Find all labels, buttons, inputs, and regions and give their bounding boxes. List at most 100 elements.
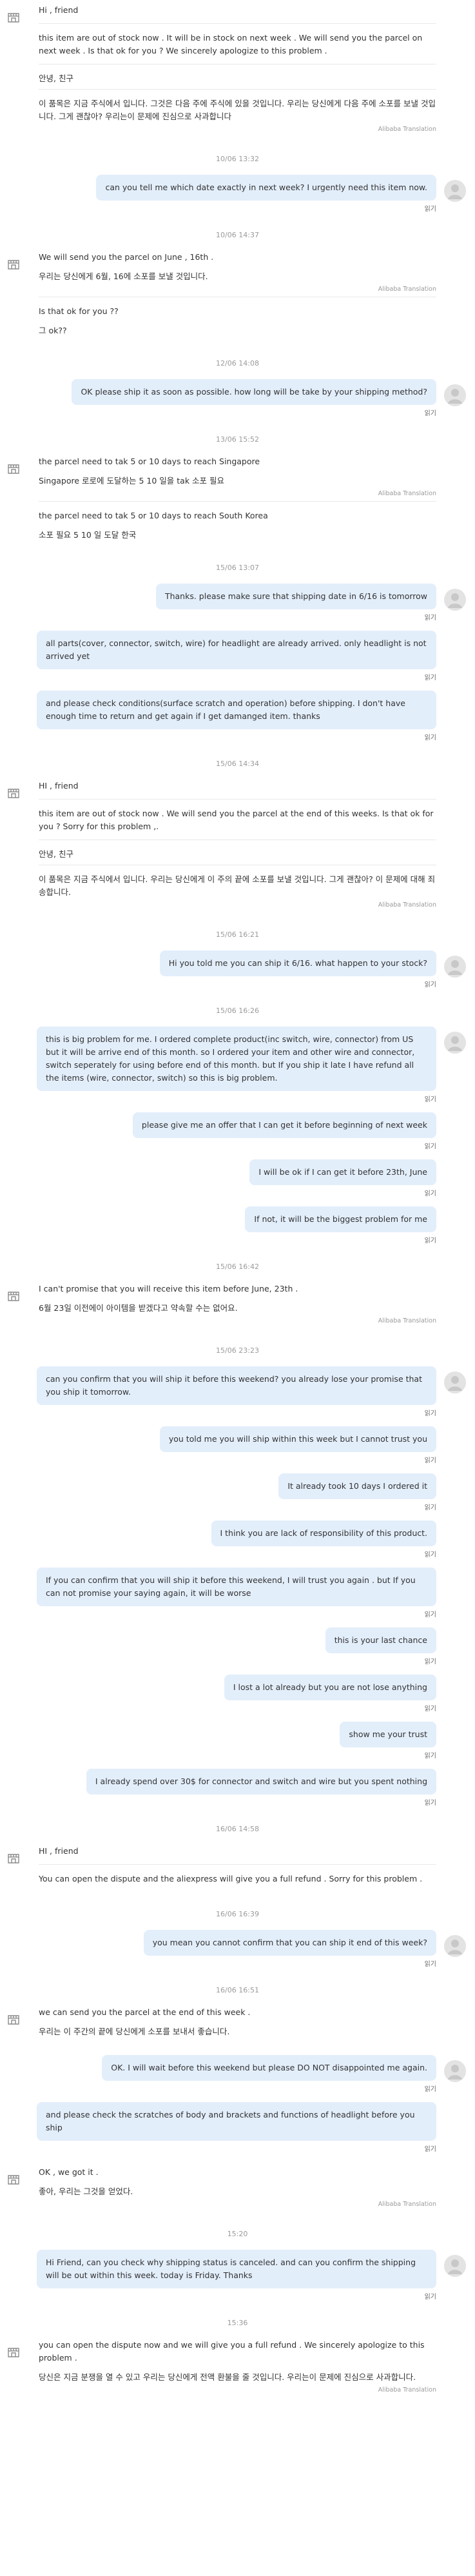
seller-message: I can't promise that you will receive th… (0, 1283, 475, 1341)
buyer-message: this is big problem for me. I ordered co… (0, 1027, 475, 1257)
translation-tag: Alibaba Translation (378, 126, 436, 133)
store-icon (6, 257, 21, 271)
store-icon (6, 2345, 21, 2359)
message-block: Hi , friend (39, 4, 436, 17)
message-timestamp: 15:36 (227, 2319, 248, 2327)
buyer-message: Thanks. please make sure that shipping d… (0, 584, 475, 754)
message-text-english: HI , friend (39, 1846, 79, 1856)
message-block: we can send you the parcel at the end of… (39, 2006, 436, 2038)
message-text-english: We will send you the parcel on June , 16… (39, 252, 214, 262)
message-block: 안녕, 친구 (39, 64, 436, 85)
message-text-english: I can't promise that you will receive th… (39, 1284, 298, 1293)
message-timestamp: 16/06 16:51 (216, 1986, 259, 1994)
message-bubble: all parts(cover, connector, switch, wire… (37, 631, 436, 669)
buyer-message: can you confirm that you will ship it be… (0, 1366, 475, 1820)
message-bubble: I think you are lack of responsibility o… (211, 1520, 436, 1546)
read-status: 읽기 (424, 1753, 436, 1760)
message-text-korean: 안녕, 친구 (39, 849, 73, 859)
message-timestamp: 10/06 14:37 (216, 231, 259, 239)
message-block: I can't promise that you will receive th… (39, 1283, 436, 1324)
store-icon (6, 2012, 21, 2027)
message-text-english: this item are out of stock now . It will… (39, 33, 425, 55)
message-text-korean: 좋아, 우리는 그것을 얻었다. (39, 2187, 133, 2196)
message-bubble: can you confirm that you will ship it be… (37, 1366, 436, 1405)
message-block: You can open the dispute and the aliexpr… (39, 1864, 436, 1885)
message-timestamp: 10/06 13:32 (216, 155, 259, 163)
read-status: 읽기 (424, 1457, 436, 1464)
message-text-english: the parcel need to tak 5 or 10 days to r… (39, 511, 268, 520)
message-text-korean: 그 ok?? (39, 326, 67, 335)
message-timestamp: 15/06 23:23 (216, 1346, 259, 1355)
store-icon (6, 1851, 21, 1865)
message-bubble: Hi you told me you can ship it 6/16. wha… (159, 950, 436, 976)
seller-message: the parcel need to tak 5 or 10 days to r… (0, 455, 475, 558)
message-bubble: and please check the scratches of body a… (37, 2102, 436, 2141)
message-text-english: Hi , friend (39, 5, 79, 15)
translation-tag: Alibaba Translation (378, 490, 436, 497)
store-icon (6, 786, 21, 800)
translation-tag: Alibaba Translation (378, 286, 436, 293)
message-block: 이 품목은 지금 주식에서 입니다. 그것은 다음 주에 주식에 있을 것입니다… (39, 89, 436, 133)
user-avatar-icon (444, 2060, 466, 2082)
read-status: 읽기 (424, 1190, 436, 1197)
message-bubble: It already took 10 days I ordered it (278, 1473, 436, 1499)
message-bubble: show me your trust (340, 1722, 436, 1747)
buyer-message: Hi you told me you can ship it 6/16. wha… (0, 950, 475, 1001)
user-avatar-icon (444, 384, 466, 406)
message-text-korean: 6월 23일 이전에이 아이템을 받겠다고 약속할 수는 없어요. (39, 1303, 238, 1313)
message-bubble: OK please ship it as soon as possible. h… (72, 379, 436, 405)
message-bubble: and please check conditions(surface scra… (37, 691, 436, 729)
message-bubble: I already spend over 30$ for connector a… (86, 1769, 436, 1794)
seller-message: we can send you the parcel at the end of… (0, 2006, 475, 2055)
message-timestamp: 16/06 14:58 (216, 1825, 259, 1833)
buyer-message: can you tell me which date exactly in ne… (0, 175, 475, 226)
read-status: 읽기 (424, 1611, 436, 1618)
read-status: 읽기 (424, 1658, 436, 1666)
read-status: 읽기 (424, 1237, 436, 1244)
message-bubble: Hi Friend, can you check why shipping st… (37, 2250, 436, 2288)
message-timestamp: 15/06 16:21 (216, 930, 259, 939)
user-avatar-icon (444, 1935, 466, 1957)
seller-message: Hi , friend this item are out of stock no… (0, 4, 475, 150)
message-bubble: If you can confirm that you will ship it… (37, 1568, 436, 1606)
user-avatar-icon (444, 956, 466, 978)
message-timestamp: 15/06 16:42 (216, 1263, 259, 1271)
user-avatar-icon (444, 2255, 466, 2277)
message-text-english: you can open the dispute now and we will… (39, 2340, 427, 2363)
message-bubble: OK. I will wait before this weekend but … (102, 2055, 436, 2081)
message-block: 이 품목은 지금 주식에서 입니다. 우리는 당신에게 이 주의 끝에 소포를 … (39, 865, 436, 909)
buyer-message: you mean you cannot confirm that you can… (0, 1930, 475, 1981)
message-bubble: you mean you cannot confirm that you can… (143, 1930, 436, 1956)
message-block: this item are out of stock now . It will… (39, 23, 436, 57)
message-block: OK , we got it . 좋아, 우리는 그것을 얻었다. Alibaba … (39, 2166, 436, 2208)
message-bubble: you told me you will ship within this we… (159, 1426, 436, 1452)
buyer-message: OK. I will wait before this weekend but … (0, 2055, 475, 2166)
message-text-english: Is that ok for you ?? (39, 306, 119, 316)
message-block: the parcel need to tak 5 or 10 days to r… (39, 501, 436, 542)
translation-tag: Alibaba Translation (378, 2201, 436, 2208)
message-text-english: this item are out of stock now . We will… (39, 809, 436, 831)
message-bubble: Thanks. please make sure that shipping d… (155, 584, 436, 609)
read-status: 읽기 (424, 2086, 436, 2093)
message-timestamp: 15/06 16:26 (216, 1007, 259, 1015)
message-bubble: this is big problem for me. I ordered co… (37, 1027, 436, 1091)
message-block: 안녕, 친구 (39, 840, 436, 861)
message-text-english: You can open the dispute and the aliexpr… (39, 1874, 423, 1883)
read-status: 읽기 (424, 615, 436, 622)
message-timestamp: 12/06 14:08 (216, 359, 259, 368)
seller-message: HI , friend You can open the dispute and … (0, 1845, 475, 1905)
message-timestamp: 16/06 16:39 (216, 1910, 259, 1918)
message-block: HI , friend (39, 780, 436, 792)
seller-message: you can open the dispute now and we will… (0, 2339, 475, 2410)
read-status: 읽기 (424, 206, 436, 213)
message-block: HI , friend (39, 1845, 436, 1858)
message-text-korean: 소포 필요 5 10 일 도달 한국 (39, 530, 137, 540)
message-text-korean: 우리는 이 주간의 끝에 당신에게 소포를 보내서 좋습니다. (39, 2027, 230, 2036)
message-text-english: the parcel need to tak 5 or 10 days to r… (39, 457, 260, 466)
buyer-message: OK please ship it as soon as possible. h… (0, 379, 475, 430)
read-status: 읽기 (424, 674, 436, 682)
message-block: the parcel need to tak 5 or 10 days to r… (39, 455, 436, 497)
message-bubble: If not, it will be the biggest problem f… (245, 1206, 436, 1232)
read-status: 읽기 (424, 1706, 436, 1713)
buyer-message: Hi Friend, can you check why shipping st… (0, 2250, 475, 2314)
